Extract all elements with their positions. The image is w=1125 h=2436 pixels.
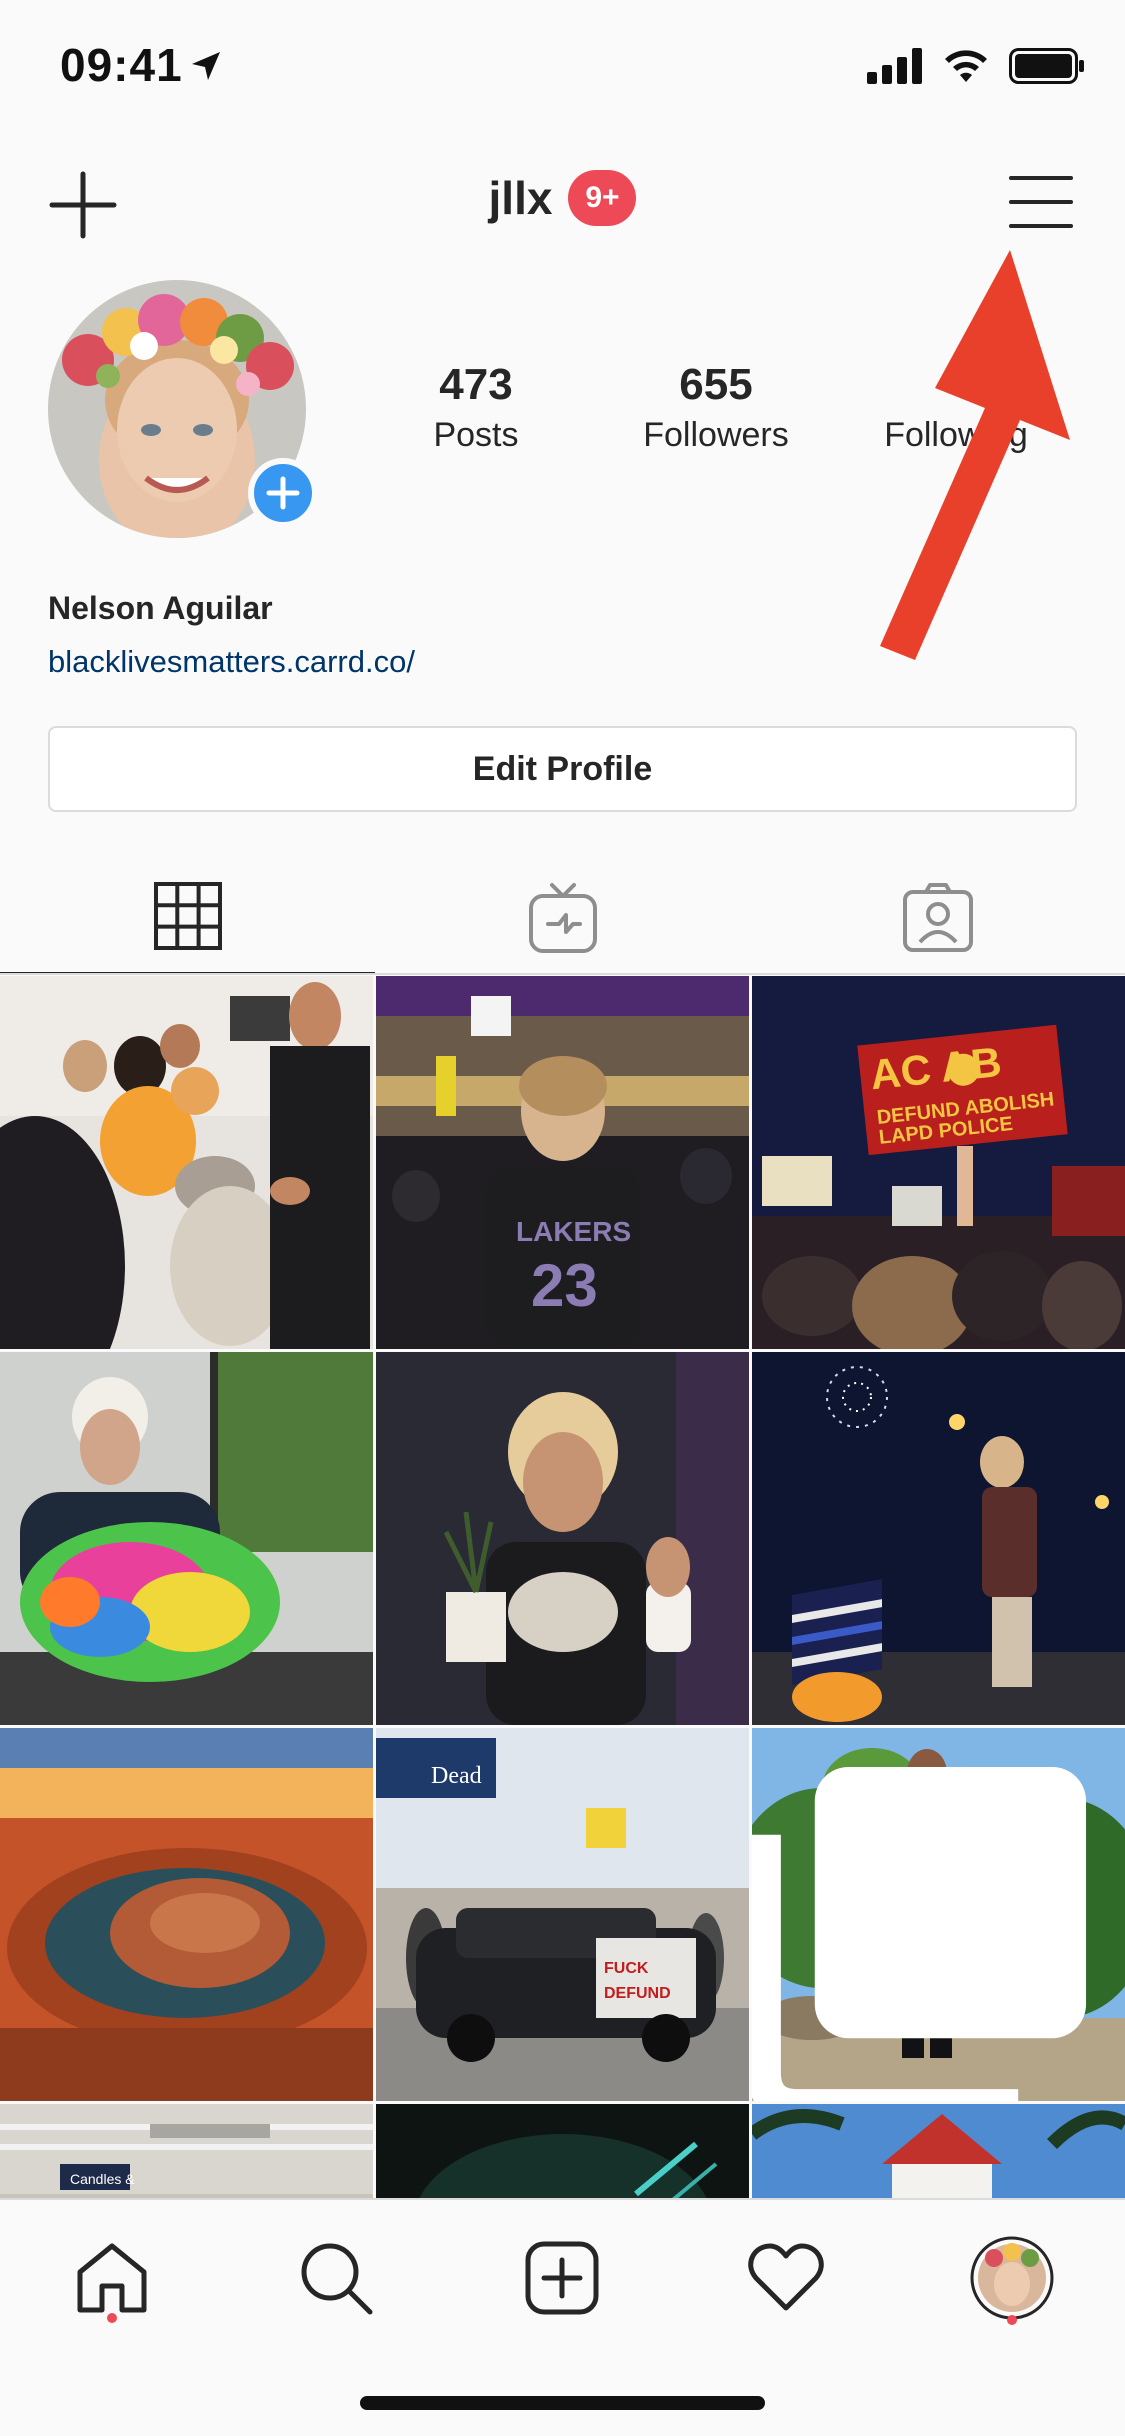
grid-post[interactable] xyxy=(376,2104,749,2198)
svg-text:LAKERS: LAKERS xyxy=(516,1216,631,1247)
profile-activity-dot xyxy=(1007,2315,1017,2325)
multiple-photos-icon xyxy=(752,1766,1087,2101)
top-nav: jllx 9+ xyxy=(0,150,1125,250)
home-icon xyxy=(77,2243,147,2313)
post-photo xyxy=(752,2104,1125,2198)
posts-count: 473 xyxy=(439,360,513,409)
home-indicator[interactable] xyxy=(360,2396,765,2410)
grid-icon xyxy=(153,882,222,950)
followers-stat[interactable]: 655 Followers xyxy=(606,360,826,455)
notification-badge: 9+ xyxy=(568,170,637,226)
search-icon xyxy=(301,2243,373,2315)
tab-profile[interactable] xyxy=(962,2228,1062,2328)
edit-profile-button[interactable]: Edit Profile xyxy=(48,726,1077,812)
svg-text:FUCK: FUCK xyxy=(604,1960,649,1977)
profile-website-link[interactable]: blacklivesmatters.carrd.co/ xyxy=(48,644,415,680)
posts-label: Posts xyxy=(433,416,519,454)
svg-text:Dead: Dead xyxy=(431,1763,482,1789)
grid-post[interactable]: Dead FUCK DEFUND xyxy=(376,1728,749,2101)
new-post-icon xyxy=(525,2241,599,2315)
hamburger-menu-icon[interactable] xyxy=(1009,174,1073,230)
tab-igtv[interactable] xyxy=(375,860,750,975)
add-story-plus-icon xyxy=(266,476,300,510)
grid-post[interactable] xyxy=(0,1352,373,1725)
post-photo xyxy=(376,1352,749,1725)
followers-label: Followers xyxy=(643,416,789,454)
tab-tagged[interactable] xyxy=(750,860,1125,975)
wifi-icon xyxy=(945,50,987,82)
grid-post[interactable] xyxy=(752,1728,1125,2101)
grid-post[interactable] xyxy=(752,2104,1125,2198)
home-activity-dot xyxy=(107,2313,117,2323)
grid-post[interactable] xyxy=(0,976,373,1349)
username-switcher[interactable]: jllx 9+ xyxy=(0,170,1125,226)
profile-avatar[interactable] xyxy=(48,280,318,538)
profile-avatar-icon xyxy=(970,2236,1054,2320)
post-photo xyxy=(752,1352,1125,1725)
post-photo xyxy=(0,1352,373,1725)
svg-text:23: 23 xyxy=(531,1252,598,1319)
grid-post[interactable]: AC AB DEFUND ABOLISH LAPD POLICE xyxy=(752,976,1125,1349)
cellular-signal-icon xyxy=(867,48,922,84)
tab-activity[interactable] xyxy=(736,2228,836,2328)
followers-count: 655 xyxy=(679,360,753,409)
post-photo xyxy=(0,1728,373,2101)
post-photo: LAKERS 23 xyxy=(376,976,749,1349)
status-time: 09:41 xyxy=(60,39,183,91)
status-bar: 09:41 xyxy=(0,0,1125,135)
post-photo xyxy=(0,976,373,1349)
grid-post[interactable] xyxy=(752,1352,1125,1725)
battery-icon xyxy=(1009,48,1084,84)
tab-grid[interactable] xyxy=(0,860,375,975)
post-photo: Candles & xyxy=(0,2104,373,2198)
grid-post[interactable] xyxy=(0,1728,373,2101)
grid-post[interactable]: LAKERS 23 xyxy=(376,976,749,1349)
tab-divider xyxy=(0,973,1125,975)
status-icons xyxy=(867,46,1085,86)
grid-post[interactable]: Candles & xyxy=(0,2104,373,2198)
post-photo: AC AB DEFUND ABOLISH LAPD POLICE xyxy=(752,976,1125,1349)
profile-tabs xyxy=(0,860,1125,975)
tab-search[interactable] xyxy=(286,2228,386,2328)
annotation-arrow-icon xyxy=(880,250,1070,660)
photo-grid: LAKERS 23 AC AB DEFUND ABOLISH LAPD POLI… xyxy=(0,976,1125,2198)
igtv-icon xyxy=(528,882,597,953)
svg-text:DEFUND: DEFUND xyxy=(604,1985,671,2002)
post-photo xyxy=(376,2104,749,2198)
tab-new-post[interactable] xyxy=(512,2228,612,2328)
store-sign-text: Candles & xyxy=(70,2171,135,2187)
location-arrow-icon xyxy=(192,52,220,80)
nav-username: jllx xyxy=(488,172,553,224)
tagged-person-icon xyxy=(902,882,973,952)
posts-stat[interactable]: 473 Posts xyxy=(366,360,586,455)
grid-post[interactable] xyxy=(376,1352,749,1725)
post-photo: Dead FUCK DEFUND xyxy=(376,1728,749,2101)
activity-heart-icon xyxy=(748,2243,824,2311)
profile-name: Nelson Aguilar xyxy=(48,590,273,626)
add-story-button[interactable] xyxy=(248,458,318,528)
